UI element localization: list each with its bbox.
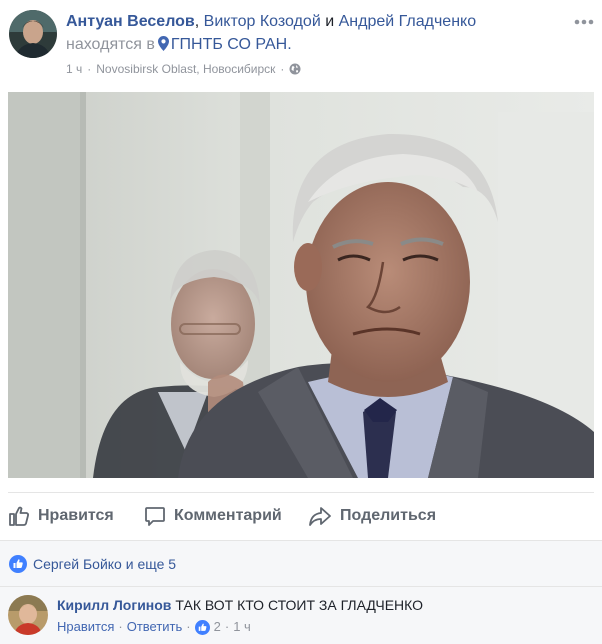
tagged-person-link-1[interactable]: Виктор Козодой	[204, 13, 321, 30]
comment-reply-link[interactable]: Ответить	[127, 619, 183, 635]
commenter-avatar[interactable]	[8, 595, 48, 635]
comment-item: Кирилл Логинов ТАК ВОТ КТО СТОИТ ЗА ГЛАДЧ…	[0, 586, 602, 644]
post-meta: 1 ч · Novosibirsk Oblast, Новосибирск ·	[66, 61, 301, 79]
share-button-label: Поделиться	[340, 507, 437, 524]
commenter-name-link[interactable]: Кирилл Логинов	[57, 597, 171, 613]
comma: ,	[194, 13, 200, 30]
location-prefix: находятся в	[66, 36, 155, 53]
location-pin-icon	[157, 36, 169, 57]
post-action-bar: Нравится Комментарий Поделиться	[8, 492, 594, 536]
post-title-line: Антуан Веселов, Виктор Козодой и Андрей …	[66, 12, 476, 32]
comment-like-count[interactable]: 2	[214, 619, 221, 635]
more-horizontal-icon	[574, 19, 594, 25]
like-button[interactable]: Нравится	[8, 501, 114, 531]
comment-timestamp[interactable]: 1 ч	[233, 619, 251, 635]
meta-separator: ·	[87, 62, 92, 76]
comment-text: ТАК ВОТ КТО СТОИТ ЗА ГЛАДЧЕНКО	[175, 597, 424, 613]
author-avatar[interactable]	[9, 10, 57, 58]
post-photo[interactable]	[8, 92, 594, 478]
comment-like-icon[interactable]	[194, 619, 210, 635]
place-detail[interactable]: Novosibirsk Oblast, Новосибирск	[96, 62, 275, 76]
meta-separator-2: ·	[280, 62, 285, 76]
comment-actions-separator: ·	[186, 619, 191, 634]
author-name-link[interactable]: Антуан Веселов	[66, 13, 195, 30]
tagged-person-link-2[interactable]: Андрей Гладченко	[339, 13, 477, 30]
post-header: Антуан Веселов, Виктор Козодой и Андрей …	[0, 0, 602, 92]
comment-icon	[145, 507, 165, 526]
comment-actions: Нравится · Ответить · 2 · 1 ч	[57, 619, 251, 635]
reactions-people-link[interactable]: Сергей Бойко и еще 5	[33, 556, 176, 572]
comment-like-link[interactable]: Нравится	[57, 619, 114, 635]
share-button[interactable]: Поделиться	[308, 501, 436, 531]
location-line: находятся в ГПНТБ СО РАН.	[66, 35, 292, 57]
comment-button-label: Комментарий	[174, 507, 282, 524]
comment-button[interactable]: Комментарий	[144, 501, 282, 531]
more-options-button[interactable]	[572, 12, 596, 32]
like-reaction-icon	[9, 555, 27, 573]
post-photo-image	[8, 92, 594, 478]
location-link[interactable]: ГПНТБ СО РАН.	[171, 36, 292, 53]
reactions-summary: Сергей Бойко и еще 5	[0, 540, 602, 586]
like-button-label: Нравится	[38, 507, 114, 524]
share-arrow-icon	[309, 507, 331, 526]
globe-icon[interactable]	[289, 63, 301, 79]
and-word: и	[325, 13, 335, 30]
thumbs-up-icon	[9, 506, 29, 526]
post-timestamp[interactable]: 1 ч	[66, 62, 82, 76]
comment-actions-separator: ·	[224, 619, 230, 634]
comment-body: Кирилл Логинов ТАК ВОТ КТО СТОИТ ЗА ГЛАДЧ…	[57, 596, 423, 614]
comment-actions-separator: ·	[118, 619, 123, 634]
